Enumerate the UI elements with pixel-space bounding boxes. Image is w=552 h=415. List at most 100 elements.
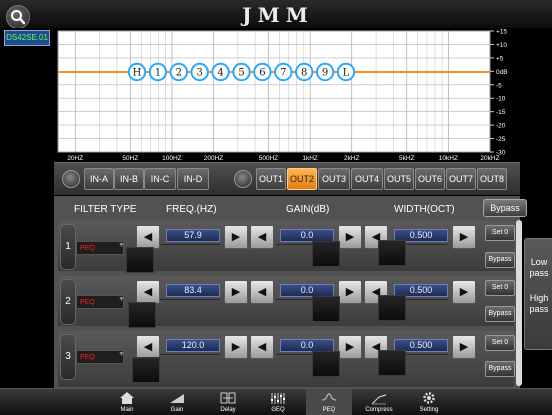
output-2-button[interactable]: OUT2 — [287, 168, 317, 190]
gain-increase-button[interactable]: ▶ — [338, 225, 362, 249]
freq-value[interactable]: 57.9 — [166, 229, 220, 242]
nav-compress-label: Compress — [365, 407, 393, 413]
rows-scrollbar[interactable] — [516, 220, 522, 386]
output-5-button[interactable]: OUT5 — [384, 168, 414, 190]
freq-slider-thumb[interactable] — [126, 247, 154, 273]
output-8-button[interactable]: OUT8 — [477, 168, 507, 190]
nav-setting-label: Setting — [419, 407, 439, 413]
low-pass-button[interactable]: Low pass — [525, 257, 552, 279]
freq-increase-button[interactable]: ▶ — [224, 280, 248, 304]
input-a-button[interactable]: IN-A — [84, 168, 114, 190]
freq-slider-thumb[interactable] — [132, 357, 160, 383]
set-zero-button[interactable]: Set 0 — [485, 225, 515, 241]
eq-band-marker-label: 7 — [280, 68, 286, 79]
x-tick-label: 500HZ — [259, 155, 279, 162]
row-bypass-button[interactable]: Bypass — [485, 306, 515, 322]
chevron-down-icon: ▼ — [118, 242, 125, 249]
y-tick-label: -15 — [496, 109, 506, 116]
gain-slider-thumb[interactable] — [312, 296, 340, 322]
nav-setting[interactable]: Setting — [406, 389, 452, 415]
home-icon — [120, 392, 134, 404]
freq-slider-track[interactable] — [160, 244, 220, 245]
gain-decrease-button[interactable]: ◀ — [250, 225, 274, 249]
freq-value[interactable]: 83.4 — [166, 284, 220, 297]
gain-slider-thumb[interactable] — [312, 351, 340, 377]
width-increase-button[interactable]: ▶ — [452, 225, 476, 249]
eq-band-marker[interactable]: 8 — [295, 62, 314, 82]
input-c-button[interactable]: IN-C — [144, 168, 176, 190]
gain-increase-button[interactable]: ▶ — [338, 280, 362, 304]
nav-delay-label: Delay — [220, 407, 236, 413]
freq-increase-button[interactable]: ▶ — [224, 225, 248, 249]
eq-band-marker[interactable]: 9 — [315, 62, 335, 82]
freq-decrease-button[interactable]: ◀ — [136, 335, 160, 359]
width-slider-thumb[interactable] — [378, 350, 406, 376]
nav-compress[interactable]: Compress — [356, 389, 402, 415]
x-tick-label: 50HZ — [122, 155, 138, 162]
filter-type-select[interactable]: PEQ — [76, 295, 124, 309]
compress-icon — [371, 394, 387, 405]
input-scroll-knob[interactable] — [62, 170, 80, 188]
set-zero-button[interactable]: Set 0 — [485, 280, 515, 296]
freq-slider-thumb[interactable] — [128, 302, 156, 328]
width-increase-button[interactable]: ▶ — [452, 280, 476, 304]
gain-increase-button[interactable]: ▶ — [338, 335, 362, 359]
nav-gain-label: Gain — [170, 407, 184, 413]
gain-slider-thumb[interactable] — [312, 241, 340, 267]
eq-band-marker-label: 2 — [176, 68, 182, 79]
freq-decrease-button[interactable]: ◀ — [136, 280, 160, 304]
freq-decrease-button[interactable]: ◀ — [136, 225, 160, 249]
input-d-button[interactable]: IN-D — [177, 168, 209, 190]
filter-type-header: FILTER TYPE — [74, 204, 137, 215]
nav-main[interactable]: Main — [104, 389, 150, 415]
width-slider-thumb[interactable] — [378, 240, 406, 266]
output-6-button[interactable]: OUT6 — [415, 168, 445, 190]
nav-geq[interactable]: GEQ — [255, 389, 301, 415]
freq-slider-track[interactable] — [160, 299, 220, 300]
output-1-button[interactable]: OUT1 — [256, 168, 286, 190]
eq-band-marker[interactable]: 4 — [211, 62, 230, 82]
eq-band-marker[interactable]: H — [127, 62, 147, 82]
filter-type-select[interactable]: PEQ — [76, 350, 124, 364]
width-increase-button[interactable]: ▶ — [452, 335, 476, 359]
device-badge[interactable]: DS42SE.01 — [4, 30, 50, 46]
output-7-button[interactable]: OUT7 — [446, 168, 476, 190]
row-bypass-button[interactable]: Bypass — [485, 361, 515, 377]
y-tick-label: +15 — [496, 29, 507, 36]
input-b-button[interactable]: IN-B — [114, 168, 144, 190]
y-tick-label: +10 — [496, 42, 507, 49]
eq-band-marker[interactable]: 2 — [169, 62, 189, 82]
eq-band-marker[interactable]: 1 — [148, 62, 168, 82]
peq-icon — [321, 393, 337, 401]
high-pass-button[interactable]: High pass — [525, 293, 552, 315]
eq-response-graph[interactable]: H 1 2 3 4 5 6 7 8 9 L 20HZ 50HZ 100HZ 200HZ 500HZ 1kHZ 2… — [0, 28, 552, 162]
output-4-button[interactable]: OUT4 — [351, 168, 383, 190]
y-tick-label: -30 — [496, 150, 506, 157]
set-zero-button[interactable]: Set 0 — [485, 335, 515, 351]
nav-peq[interactable]: PEQ — [306, 389, 352, 415]
bottom-nav: Main Gain Delay GEQ PEQ Compress Setting — [0, 388, 552, 415]
freq-slider-track[interactable] — [160, 354, 220, 355]
nav-delay[interactable]: Delay — [205, 389, 251, 415]
filter-type-select[interactable]: PEQ — [76, 241, 124, 255]
x-tick-label: 1kHZ — [302, 155, 318, 162]
search-button[interactable] — [6, 5, 30, 29]
x-tick-label: 200HZ — [204, 155, 224, 162]
row-bypass-button[interactable]: Bypass — [485, 252, 515, 268]
eq-band-marker[interactable]: 3 — [190, 62, 209, 82]
width-slider-thumb[interactable] — [378, 295, 406, 321]
eq-band-marker[interactable]: 6 — [253, 62, 272, 82]
freq-increase-button[interactable]: ▶ — [224, 335, 248, 359]
eq-band-marker[interactable]: L — [336, 62, 356, 82]
eq-band-marker[interactable]: 7 — [274, 62, 293, 82]
high-pass-label-line2: pass — [529, 304, 549, 314]
nav-gain[interactable]: Gain — [154, 389, 200, 415]
gain-decrease-button[interactable]: ◀ — [250, 335, 274, 359]
bypass-all-button[interactable]: Bypass — [483, 199, 527, 217]
eq-band-marker-label: 6 — [259, 68, 265, 79]
eq-band-marker[interactable]: 5 — [232, 62, 251, 82]
output-scroll-knob[interactable] — [234, 170, 252, 188]
output-3-button[interactable]: OUT3 — [318, 168, 350, 190]
gain-decrease-button[interactable]: ◀ — [250, 280, 274, 304]
freq-value[interactable]: 120.0 — [166, 339, 220, 352]
